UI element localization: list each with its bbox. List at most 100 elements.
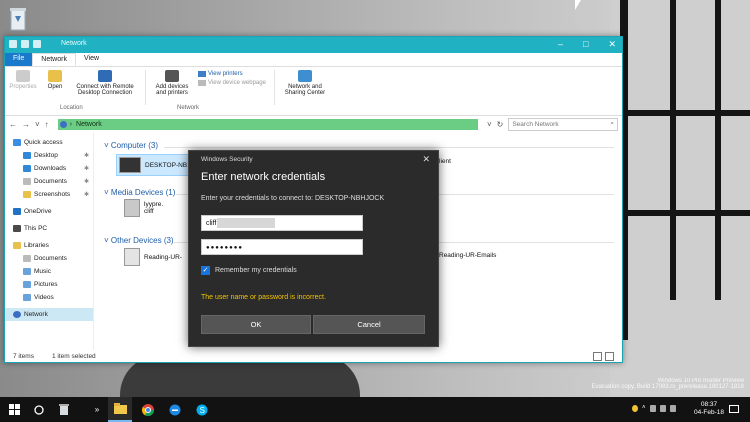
volume-tray-icon[interactable]: [659, 405, 666, 412]
pin-icon[interactable]: ✱: [84, 152, 89, 159]
maximize-icon[interactable]: □: [583, 39, 588, 50]
libraries-icon: [13, 242, 21, 249]
remote-desktop-icon: [98, 70, 112, 82]
remember-credentials-checkbox[interactable]: ✓ Remember my credentials: [201, 266, 297, 275]
view-printers-button[interactable]: View printers: [198, 71, 266, 77]
downloads-folder-icon: [23, 165, 31, 172]
properties-quick-icon[interactable]: [21, 40, 29, 48]
star-icon: [13, 139, 21, 146]
dialog-close-icon[interactable]: ✕: [422, 154, 430, 165]
search-placeholder: Search Network: [512, 120, 559, 128]
nav-desktop[interactable]: Desktop ✱: [5, 149, 93, 162]
action-center-button[interactable]: [724, 397, 744, 422]
remember-label: Remember my credentials: [215, 267, 297, 274]
explorer-titlebar[interactable]: Network – □ ✕: [5, 37, 622, 53]
taskbar-chrome[interactable]: [136, 397, 160, 422]
nav-quick-access[interactable]: Quick access: [5, 136, 93, 149]
computer-icon: [13, 225, 21, 232]
keyboard-tray-icon[interactable]: [669, 405, 676, 412]
nav-screenshots[interactable]: Screenshots ✱: [5, 188, 93, 201]
nav-this-pc[interactable]: This PC: [5, 222, 93, 235]
password-field[interactable]: ●●●●●●●●: [201, 239, 363, 255]
media-device-item[interactable]: lyypre. cliff: [124, 199, 163, 217]
ribbon-separator: [273, 70, 275, 105]
location-group-label: Location: [60, 105, 83, 111]
cancel-button[interactable]: Cancel: [313, 315, 425, 334]
folder-icon: [23, 191, 31, 198]
tray-chevron-icon[interactable]: ˄: [642, 405, 646, 412]
nav-lib-documents[interactable]: Documents: [5, 252, 93, 265]
edge-icon: [169, 404, 181, 415]
refresh-icon[interactable]: ↻: [497, 120, 504, 129]
pin-icon[interactable]: ✱: [84, 191, 89, 198]
network-sharing-center-button[interactable]: Network and Sharing Center: [279, 67, 331, 115]
other-device-item[interactable]: Reading-UR-Emails: [439, 252, 496, 259]
view-device-webpage-button[interactable]: View device webpage: [198, 80, 266, 86]
address-dropdown-icon[interactable]: ˅: [487, 120, 492, 129]
pin-icon[interactable]: ✱: [84, 165, 89, 172]
taskbar-recycle-bin[interactable]: [52, 397, 76, 422]
printer-icon: [165, 70, 179, 82]
taskbar-file-explorer[interactable]: [108, 397, 132, 422]
new-folder-quick-icon[interactable]: [33, 40, 41, 48]
quick-access-toolbar: [9, 40, 41, 48]
network-globe-icon: [59, 120, 67, 128]
group-divider: [164, 147, 614, 148]
media-server-icon: [124, 199, 140, 217]
desktop-folder-icon: [23, 152, 31, 159]
properties-button[interactable]: Properties: [5, 67, 41, 115]
search-box[interactable]: Search Network ⌕: [508, 117, 618, 131]
details-view-icon[interactable]: [593, 351, 602, 361]
network-client-item[interactable]: lient: [439, 158, 451, 165]
group-header-media[interactable]: ˅ Media Devices (1): [104, 188, 175, 197]
forward-arrow-icon[interactable]: →: [22, 120, 30, 129]
taskbar-skype[interactable]: S: [190, 397, 214, 422]
nav-music[interactable]: Music: [5, 265, 93, 278]
nav-libraries[interactable]: Libraries: [5, 239, 93, 252]
pin-icon[interactable]: ✱: [84, 178, 89, 185]
address-bar[interactable]: › Network: [57, 118, 478, 130]
properties-icon: [16, 70, 30, 82]
tab-view[interactable]: View: [76, 53, 107, 66]
dialog-heading: Enter network credentials: [201, 171, 326, 183]
webpage-icon: [198, 80, 206, 86]
skype-icon: S: [196, 404, 208, 415]
up-arrow-icon[interactable]: ↑: [45, 120, 49, 129]
selection-count: 1 item selected: [51, 352, 96, 360]
start-button[interactable]: [2, 397, 26, 422]
network-tray-icon[interactable]: [649, 405, 656, 412]
ok-button[interactable]: OK: [201, 315, 311, 334]
nav-downloads[interactable]: Downloads ✱: [5, 162, 93, 175]
other-device-item[interactable]: Reading-UR-: [124, 248, 182, 266]
tab-file[interactable]: File: [5, 53, 33, 66]
explorer-app-icon[interactable]: [9, 40, 17, 48]
tab-network[interactable]: Network: [32, 53, 76, 66]
cortana-button[interactable]: [27, 397, 51, 422]
nav-pictures[interactable]: Pictures: [5, 278, 93, 291]
back-arrow-icon[interactable]: ←: [9, 120, 17, 129]
username-field[interactable]: cliff: [201, 215, 363, 231]
error-message: The user name or password is incorrect.: [201, 294, 326, 301]
dialog-prompt: Enter your credentials to connect to: DE…: [201, 195, 385, 202]
taskbar-edge[interactable]: [163, 397, 187, 422]
small-buttons: View printers View device webpage: [194, 67, 270, 115]
close-icon[interactable]: ✕: [608, 39, 616, 50]
nav-network[interactable]: Network: [5, 308, 93, 321]
nav-videos[interactable]: Videos: [5, 291, 93, 304]
taskbar-clock[interactable]: 08:37 04-Feb-18: [694, 401, 724, 417]
nav-documents[interactable]: Documents ✱: [5, 175, 93, 188]
notification-icon: [729, 405, 739, 413]
minimize-icon[interactable]: –: [558, 39, 563, 50]
recent-chevron-icon[interactable]: ˅: [35, 120, 40, 129]
videos-folder-icon: [23, 294, 31, 301]
task-view-icon[interactable]: »: [90, 397, 104, 422]
group-header-computer[interactable]: ˅ Computer (3): [104, 141, 158, 150]
large-icons-view-icon[interactable]: [605, 351, 614, 361]
emoji-icon[interactable]: [632, 405, 638, 412]
nav-onedrive[interactable]: OneDrive: [5, 205, 93, 218]
recycle-bin-icon[interactable]: [8, 6, 28, 34]
group-header-other[interactable]: ˅ Other Devices (3): [104, 236, 174, 245]
window-controls: – □ ✕: [558, 39, 616, 50]
view-switcher: [593, 351, 614, 361]
address-text: Network: [76, 120, 102, 128]
